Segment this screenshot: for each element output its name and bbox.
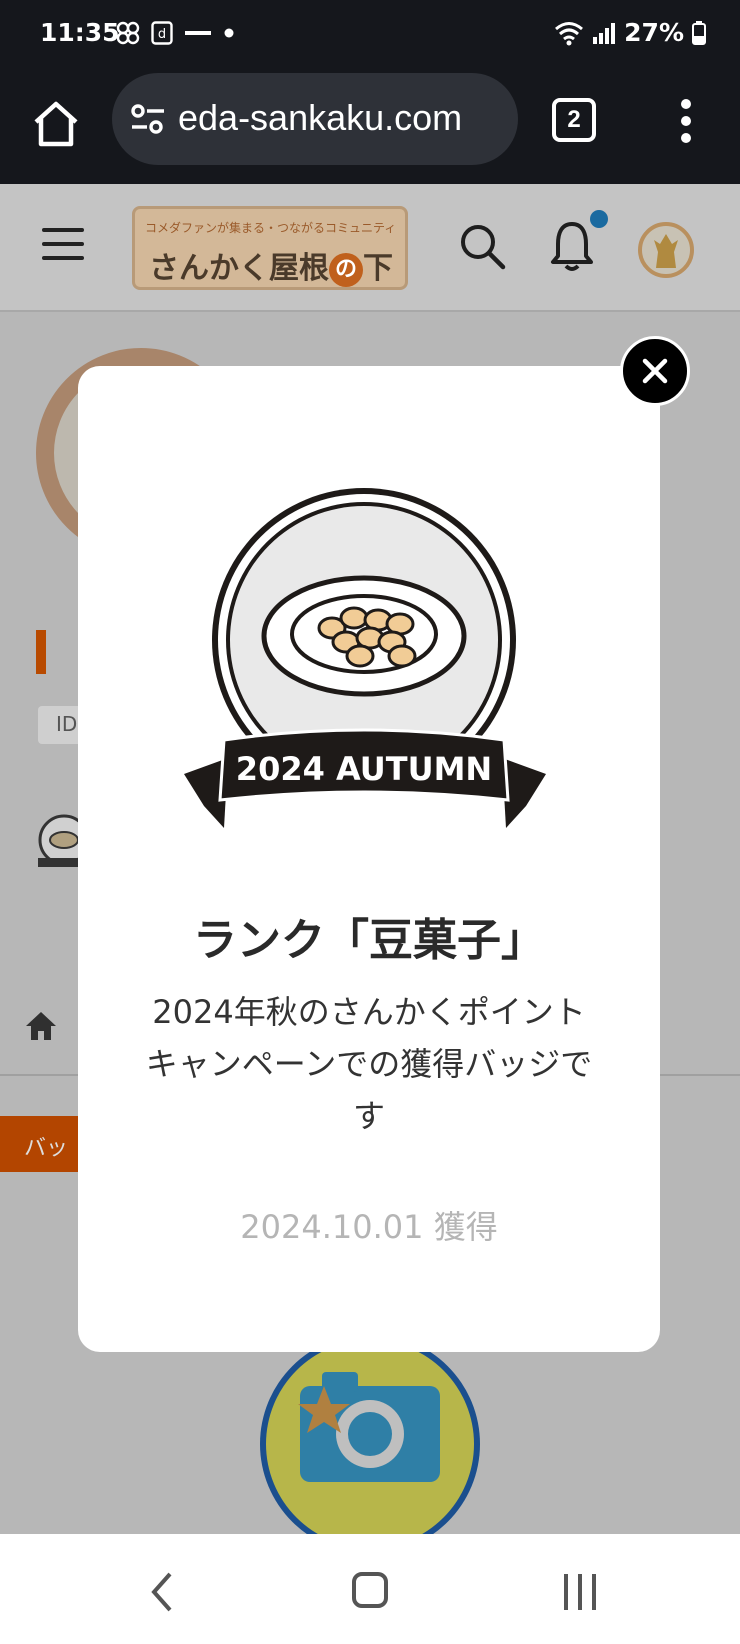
profile-name-accent (36, 630, 46, 674)
status-system-icons: 27% (554, 18, 706, 47)
svg-text:d: d (158, 27, 166, 42)
home-nav-icon[interactable] (352, 1572, 388, 1608)
user-avatar[interactable] (638, 222, 694, 278)
logo-title: さんかく屋根 (149, 251, 329, 286)
pinwheel-icon (116, 21, 140, 45)
address-bar[interactable]: eda-sankaku.com (112, 73, 518, 165)
modal-description: 2024年秋のさんかくポイントキャンペーンでの獲得バッジです (145, 993, 593, 1135)
badge-detail-modal: 2024 AUTUMN ランク「豆菓子」 2024年秋のさんかくポイントキャンペ… (78, 366, 660, 1352)
home-icon (34, 101, 78, 147)
summer-badge-icon[interactable] (256, 1326, 484, 1536)
hamburger-menu-icon[interactable] (42, 228, 84, 262)
back-icon[interactable] (150, 1572, 174, 1612)
status-time: 11:35 (40, 18, 120, 47)
logo-title-row: さんかく屋根の下 (149, 243, 393, 287)
site-settings-icon[interactable] (130, 103, 166, 135)
modal-title: ランク「豆菓子」 (193, 915, 545, 966)
shop-app-icon (185, 31, 211, 35)
site-logo[interactable]: コメダファンが集まる・つながるコミュニティ さんかく屋根の下 (132, 206, 408, 290)
badge-banner-text: 2024 AUTUMN (236, 750, 492, 788)
battery-icon (692, 20, 706, 45)
logo-tagline: コメダファンが集まる・つながるコミュニティ (145, 221, 397, 235)
d-app-icon: d (151, 21, 173, 45)
avatar-mascot-icon (654, 234, 678, 268)
logo-suffix: 下 (363, 251, 393, 286)
system-nav-bar (0, 1534, 740, 1644)
status-bar: 11:35 d 27% (0, 0, 740, 68)
tab-switcher-button[interactable]: 2 (552, 98, 596, 142)
autumn-badge-icon: 2024 AUTUMN (184, 488, 546, 828)
site-header: コメダファンが集まる・つながるコミュニティ さんかく屋根の下 (0, 184, 740, 312)
wifi-icon (555, 21, 584, 45)
logo-no-circle: の (329, 252, 363, 287)
notification-bell-icon[interactable] (550, 220, 594, 272)
browser-toolbar: eda-sankaku.com 2 (0, 68, 740, 184)
close-icon (642, 358, 668, 384)
notification-dot (590, 210, 608, 228)
browser-home-button[interactable] (30, 98, 82, 150)
battery-percentage: 27% (624, 18, 684, 47)
url-text: eda-sankaku.com (178, 97, 463, 138)
recent-apps-icon[interactable] (560, 1572, 600, 1612)
more-notifications-icon (224, 28, 234, 38)
status-notification-icons: d (115, 20, 235, 46)
browser-menu-icon[interactable] (676, 96, 696, 146)
signal-icon (593, 22, 616, 44)
profile-home-icon[interactable] (24, 1010, 58, 1042)
acquired-date: 2024.10.01 獲得 (240, 1208, 498, 1246)
search-icon[interactable] (458, 222, 506, 270)
close-button[interactable] (620, 336, 690, 406)
